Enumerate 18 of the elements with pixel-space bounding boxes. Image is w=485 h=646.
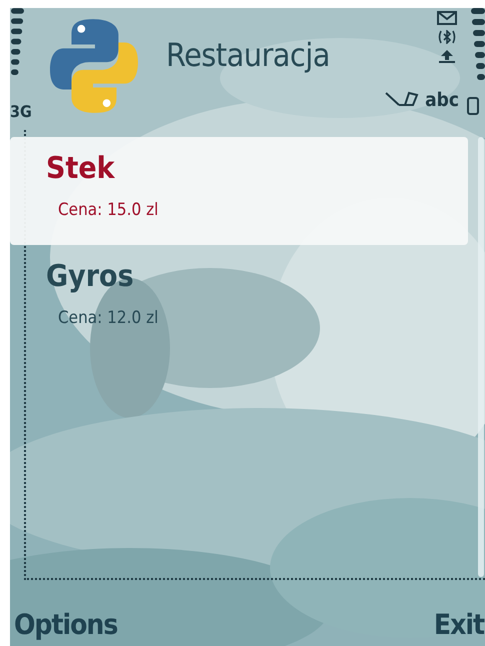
menu-item[interactable]: Gyros Cena: 12.0 zl bbox=[10, 245, 468, 353]
battery-level-icon bbox=[465, 8, 485, 118]
network-type: 3G bbox=[10, 102, 32, 121]
pen-icon bbox=[385, 91, 420, 109]
upload-icon bbox=[437, 49, 457, 63]
item-name: Gyros bbox=[46, 258, 135, 296]
item-price: Cena: 15.0 zl bbox=[58, 199, 160, 222]
options-softkey[interactable]: Options bbox=[14, 608, 118, 642]
app-title: Restauracja bbox=[166, 36, 331, 74]
item-name: Stek bbox=[46, 150, 116, 188]
bluetooth-icon bbox=[437, 30, 457, 44]
snake-logo-icon bbox=[50, 16, 138, 116]
input-mode: abc bbox=[425, 89, 459, 111]
item-price: Cena: 12.0 zl bbox=[58, 307, 160, 330]
scrollbar[interactable] bbox=[478, 137, 484, 577]
menu-item[interactable]: Stek Cena: 15.0 zl bbox=[10, 137, 468, 245]
exit-softkey[interactable]: Exit bbox=[434, 608, 484, 642]
envelope-icon bbox=[437, 11, 457, 25]
